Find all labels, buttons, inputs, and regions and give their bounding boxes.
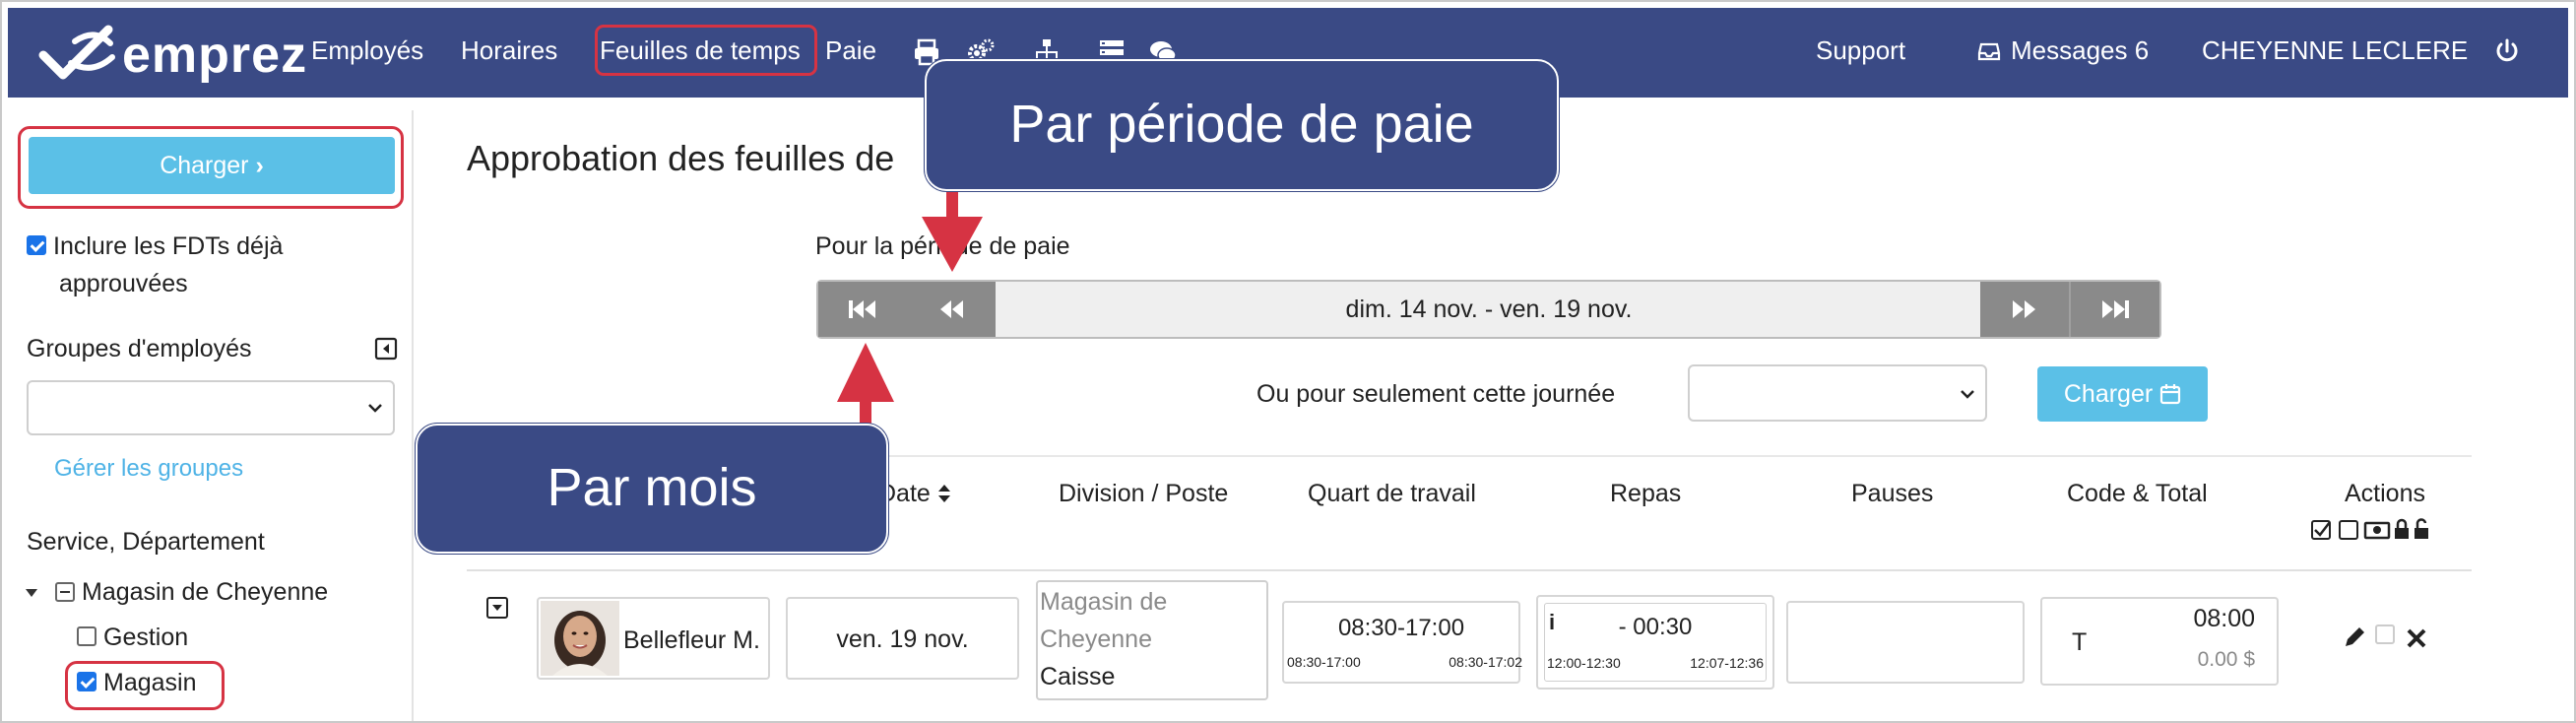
manage-groups-link[interactable]: Gérer les groupes xyxy=(54,455,243,483)
include-approved-label-2: approuvées xyxy=(59,270,188,297)
period-range: dim. 14 nov. - ven. 19 nov. xyxy=(1345,296,1633,323)
meal-cell[interactable]: i - 00:30 12:00-12:30 12:07-12:36 xyxy=(1536,595,1774,690)
header-shift: Quart de travail xyxy=(1308,480,1476,507)
power-icon[interactable] xyxy=(2493,37,2521,65)
employee-avatar xyxy=(541,601,619,676)
service-department-label: Service, Département xyxy=(27,528,265,556)
chevron-down-icon xyxy=(1961,390,1974,399)
row-approve-checkbox[interactable] xyxy=(2375,624,2395,644)
callout-pay-period-text: Par période de paie xyxy=(1009,95,1474,154)
next-period-button[interactable] xyxy=(1980,282,2071,337)
gestion-checkbox[interactable] xyxy=(77,626,97,646)
single-day-select[interactable] xyxy=(1688,364,1987,422)
division-line-1: Magasin de xyxy=(1040,588,1168,616)
page-title: Approbation des feuilles de xyxy=(467,138,895,178)
load-day-button-label: Charger xyxy=(2063,380,2154,408)
callout-month-text: Par mois xyxy=(547,458,757,517)
delete-x-icon[interactable] xyxy=(2405,626,2428,650)
division-line-2: Cheyenne xyxy=(1040,625,1152,653)
arrow-down-red xyxy=(922,187,983,272)
nav-messages[interactable]: Messages 6 xyxy=(2011,35,2149,66)
expand-row-icon[interactable] xyxy=(486,597,508,619)
meal-planned: 12:00-12:30 xyxy=(1547,655,1621,671)
nav-support[interactable]: Support xyxy=(1816,35,1905,66)
callout-month: Par mois xyxy=(416,424,888,554)
meal-duration: - 00:30 xyxy=(1618,614,1693,640)
chevron-right-icon: › xyxy=(255,152,264,179)
total-hours: 08:00 xyxy=(2193,605,2255,632)
fast-backward-icon xyxy=(849,300,875,318)
total-amount: 0.00 $ xyxy=(2197,648,2255,671)
code-total-cell[interactable]: T 08:00 0.00 $ xyxy=(2040,597,2279,686)
load-button[interactable]: Charger › xyxy=(29,137,395,194)
arrow-up-red xyxy=(837,343,894,427)
header-code-total: Code & Total xyxy=(2067,480,2208,507)
nav-paie[interactable]: Paie xyxy=(825,35,876,66)
header-breaks: Pauses xyxy=(1851,480,1934,507)
include-approved-label: Inclure les FDTs déjà xyxy=(53,232,284,260)
tree-item-magasin[interactable]: Magasin xyxy=(103,669,197,697)
sort-icon xyxy=(937,485,950,502)
division-cell[interactable]: Magasin de Cheyenne Caisse xyxy=(1036,580,1268,700)
header-actions: Actions xyxy=(2345,480,2425,507)
inbox-icon xyxy=(1977,42,2001,61)
last-period-button[interactable] xyxy=(2071,282,2159,337)
logo-icon xyxy=(38,25,115,80)
nav-feuilles-de-temps[interactable]: Feuilles de temps xyxy=(600,35,801,66)
magasin-checkbox[interactable] xyxy=(77,672,97,691)
sidebar: Charger › Inclure les FDTs déjà approuvé… xyxy=(8,110,414,721)
previous-period-button[interactable] xyxy=(907,282,996,337)
header-meal: Repas xyxy=(1610,480,1682,507)
shift-time: 08:30-17:00 xyxy=(1337,615,1465,641)
calendar-icon xyxy=(2160,384,2181,405)
first-period-button[interactable] xyxy=(818,282,909,337)
shift-cell[interactable]: 08:30-17:00 08:30-17:00 08:30-17:02 xyxy=(1282,601,1522,684)
pencil-icon[interactable] xyxy=(2342,624,2367,650)
row-date: ven. 19 nov. xyxy=(836,625,969,653)
tree-root-label[interactable]: Magasin de Cheyenne xyxy=(82,578,328,607)
forward-icon xyxy=(2013,300,2035,318)
header-date[interactable]: Date xyxy=(878,480,951,508)
meal-actual: 12:07-12:36 xyxy=(1690,655,1764,671)
single-day-label: Ou pour seulement cette journée xyxy=(1256,380,1616,408)
shift-actual: 08:30-17:02 xyxy=(1449,654,1522,670)
brand-logo[interactable]: emprez xyxy=(35,22,306,85)
callout-pay-period: Par période de paie xyxy=(925,59,1559,191)
date-cell: ven. 19 nov. xyxy=(786,597,1019,680)
employee-name: Bellefleur M. xyxy=(623,626,760,654)
actions-header-icons xyxy=(2311,518,2428,540)
meal-inner-box: i - 00:30 12:00-12:30 12:07-12:36 xyxy=(1544,603,1767,682)
collapse-minus-icon[interactable] xyxy=(55,582,75,602)
code-label: T xyxy=(2072,628,2088,656)
poste-label: Caisse xyxy=(1040,663,1116,690)
header-division: Division / Poste xyxy=(1059,480,1229,507)
shift-planned: 08:30-17:00 xyxy=(1287,654,1361,670)
tree-item-gestion[interactable]: Gestion xyxy=(103,624,188,652)
load-button-label: Charger xyxy=(160,152,249,179)
chevron-down-icon xyxy=(368,404,382,413)
groups-label: Groupes d'employés xyxy=(27,335,252,362)
caret-down-icon[interactable] xyxy=(24,585,39,601)
employee-cell[interactable]: Bellefleur M. xyxy=(537,597,770,680)
backward-icon xyxy=(940,300,963,318)
pay-period-pager: dim. 14 nov. - ven. 19 nov. xyxy=(816,280,2161,339)
nav-employes[interactable]: Employés xyxy=(311,35,423,66)
collapse-left-icon[interactable] xyxy=(374,337,398,361)
load-day-button[interactable]: Charger xyxy=(2037,366,2208,422)
breaks-cell[interactable] xyxy=(1786,601,2025,684)
nav-horaires[interactable]: Horaires xyxy=(461,35,557,66)
table-header-divider xyxy=(467,569,2472,571)
fast-forward-icon xyxy=(2102,300,2129,318)
groups-select[interactable] xyxy=(27,380,395,435)
nav-user-name[interactable]: CHEYENNE LECLERE xyxy=(2202,35,2468,66)
brand-name: emprez xyxy=(122,27,308,84)
include-approved-checkbox[interactable] xyxy=(27,235,46,255)
